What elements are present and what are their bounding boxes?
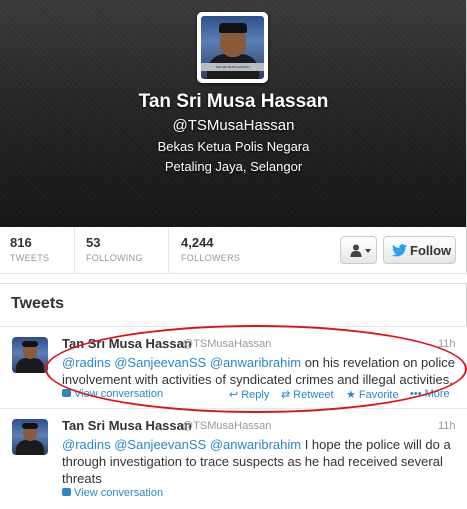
- user-actions-dropdown-button[interactable]: [340, 236, 377, 264]
- more-label: More: [424, 388, 450, 400]
- stat-following-label: FOLLOWING: [86, 253, 143, 263]
- reply-button[interactable]: ↩ Reply: [229, 388, 269, 401]
- reply-icon: ↩: [229, 389, 239, 401]
- avatar-caption: TAN SRI MUSA HASSAN: [215, 65, 250, 69]
- profile-header: TAN SRI MUSA HASSAN Tan Sri Musa Hassan …: [0, 0, 467, 227]
- stat-divider: [74, 227, 75, 274]
- stat-tweets-label: TWEETS: [10, 253, 50, 263]
- stat-followers-label: FOLLOWERS: [181, 253, 241, 263]
- stat-followers-count: 4,244: [181, 235, 214, 250]
- tweet-avatar[interactable]: [12, 419, 48, 455]
- stat-tweets[interactable]: 816 TWEETS: [10, 235, 49, 263]
- more-button[interactable]: ••• More: [410, 388, 450, 400]
- profile-location: Petaling Jaya, Selangor: [164, 159, 303, 174]
- mention-link[interactable]: @radins: [62, 437, 111, 452]
- profile-bio: Bekas Ketua Polis Negara: [157, 139, 310, 154]
- tweet-item[interactable]: Tan Sri Musa Hassan @TSMusaHassan 11h @r…: [0, 327, 467, 409]
- tweet-text: @radins @SanjeevanSS @anwaribrahim on hi…: [62, 354, 460, 388]
- tweet-author-name[interactable]: Tan Sri Musa Hassan: [62, 336, 192, 351]
- person-icon: [350, 244, 362, 257]
- view-conversation-link[interactable]: View conversation: [62, 487, 163, 499]
- follow-button-label: Follow: [410, 243, 452, 258]
- mention-link[interactable]: @anwaribrahim: [210, 355, 301, 370]
- profile-name: Tan Sri Musa Hassan: [138, 91, 329, 112]
- tweet-timestamp[interactable]: 11h: [438, 338, 456, 350]
- star-icon: ★: [346, 389, 356, 401]
- tweet-author-handle[interactable]: @TSMusaHassan: [182, 338, 271, 350]
- favorite-button[interactable]: ★ Favorite: [346, 388, 399, 401]
- reply-label: Reply: [241, 389, 270, 401]
- profile-handle[interactable]: @TSMusaHassan: [0, 117, 467, 134]
- avatar-caption-banner: TAN SRI MUSA HASSAN: [201, 63, 264, 71]
- retweet-button[interactable]: ⇄ Retweet: [281, 388, 334, 401]
- conversation-icon: [62, 389, 71, 397]
- retweet-label: Retweet: [293, 389, 334, 401]
- tweet-text: @radins @SanjeevanSS @anwaribrahim I hop…: [62, 436, 460, 487]
- chevron-down-icon: [365, 249, 371, 253]
- twitter-profile-page: TAN SRI MUSA HASSAN Tan Sri Musa Hassan …: [0, 0, 467, 509]
- avatar-photo: TAN SRI MUSA HASSAN: [201, 16, 264, 79]
- twitter-bird-icon: [392, 244, 407, 257]
- conversation-icon: [62, 488, 71, 496]
- tweet-avatar[interactable]: [12, 337, 48, 373]
- follow-button[interactable]: Follow: [383, 236, 456, 264]
- tweets-heading: Tweets: [11, 295, 65, 312]
- tweet-author-handle[interactable]: @TSMusaHassan: [182, 420, 271, 432]
- favorite-label: Favorite: [358, 389, 399, 401]
- mention-link[interactable]: @radins: [62, 355, 111, 370]
- view-conversation-link[interactable]: View conversation: [62, 388, 163, 400]
- more-dots-icon: •••: [410, 388, 422, 400]
- view-conversation-label: View conversation: [74, 388, 164, 400]
- mention-link[interactable]: @SanjeevanSS: [114, 355, 206, 370]
- stat-following[interactable]: 53 FOLLOWING: [86, 235, 143, 263]
- retweet-icon: ⇄: [281, 389, 291, 401]
- stat-tweets-count: 816: [10, 235, 32, 250]
- tweets-module: Tweets Tan Sri Musa Hassan @TSMusaHassan…: [0, 283, 467, 509]
- mention-link[interactable]: @anwaribrahim: [210, 437, 301, 452]
- stat-divider: [168, 227, 169, 274]
- mention-link[interactable]: @SanjeevanSS: [114, 437, 206, 452]
- tweet-item[interactable]: Tan Sri Musa Hassan @TSMusaHassan 11h @r…: [0, 409, 467, 509]
- view-conversation-label: View conversation: [74, 487, 164, 499]
- stat-followers[interactable]: 4,244 FOLLOWERS: [181, 235, 240, 263]
- stat-following-count: 53: [86, 235, 101, 250]
- tweet-author-name[interactable]: Tan Sri Musa Hassan: [62, 418, 192, 433]
- profile-avatar[interactable]: TAN SRI MUSA HASSAN: [197, 12, 268, 83]
- tweet-timestamp[interactable]: 11h: [438, 420, 456, 432]
